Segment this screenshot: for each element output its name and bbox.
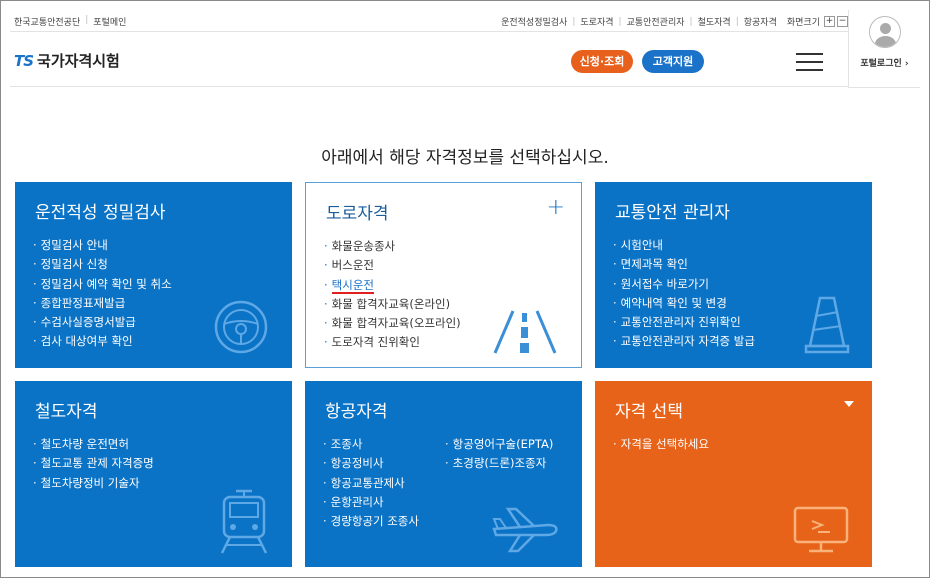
- card-aptitude[interactable]: 운전적성 정밀검사 정밀검사 안내 정밀검사 신청 정밀검사 예약 확인 및 취…: [15, 182, 292, 368]
- card-title: 항공자격: [325, 402, 388, 422]
- card-select-qualification[interactable]: 자격 선택 자격을 선택하세요: [595, 381, 872, 567]
- site-name: 국가자격시험: [37, 52, 120, 70]
- list-item[interactable]: 항공교통관제사: [323, 474, 419, 493]
- card-list-col2: 항공영어구술(EPTA) 초경량(드론)조종자: [445, 435, 554, 474]
- expand-plus-icon[interactable]: +: [547, 195, 565, 220]
- train-icon: [220, 489, 268, 554]
- list-item[interactable]: 교통안전관리자 자격증 발급: [613, 332, 755, 351]
- list-item[interactable]: 정밀검사 예약 확인 및 취소: [33, 275, 172, 294]
- utility-bar: 한국교통안전공단 | 포털메인 운전적성정밀검사 | 도로자격 | 교통안전관리…: [10, 10, 848, 32]
- card-list: 화물운송종사 버스운전 택시운전 화물 합격자교육(온라인) 화물 합격자교육(…: [324, 237, 461, 353]
- user-avatar-icon: [868, 16, 901, 48]
- list-item[interactable]: 초경량(드론)조종자: [445, 454, 553, 473]
- list-item[interactable]: 원서접수 바로가기: [613, 275, 755, 294]
- select-placeholder[interactable]: 자격을 선택하세요: [613, 435, 709, 454]
- card-list: 자격을 선택하세요: [613, 435, 709, 454]
- link-aviation[interactable]: 항공자격: [744, 15, 777, 28]
- list-item[interactable]: 철도차량정비 기술자: [33, 474, 154, 493]
- list-item[interactable]: 경량항공기 조종사: [323, 512, 419, 531]
- link-kotsa[interactable]: 한국교통안전공단: [14, 15, 80, 28]
- monitor-icon: [793, 506, 849, 553]
- list-item[interactable]: 검사 대상여부 확인: [33, 332, 172, 351]
- traffic-cone-icon: [804, 296, 850, 354]
- card-road[interactable]: 도로자격 + 화물운송종사 버스운전 택시운전 화물 합격자교육(온라인) 화물…: [305, 182, 582, 368]
- zoom-in-button[interactable]: +: [824, 16, 835, 27]
- list-item[interactable]: 수검사실증명서발급: [33, 313, 172, 332]
- apply-lookup-button[interactable]: 신청·조회: [571, 50, 633, 73]
- card-aviation[interactable]: 항공자격 조종사 항공정비사 항공교통관제사 운항관리사 경량항공기 조종사 항…: [305, 381, 582, 567]
- link-safety-manager[interactable]: 교통안전관리자: [627, 15, 685, 28]
- list-item[interactable]: 정밀검사 신청: [33, 255, 172, 274]
- zoom-label: 화면크기: [786, 18, 820, 28]
- card-list: 정밀검사 안내 정밀검사 신청 정밀검사 예약 확인 및 취소 종합판정표재발급…: [33, 236, 172, 352]
- link-road[interactable]: 도로자격: [580, 15, 613, 28]
- card-title: 도로자격: [326, 204, 389, 224]
- card-list: 시험안내 면제과목 확인 원서접수 바로가기 예약내역 확인 및 변경 교통안전…: [613, 236, 755, 352]
- card-title: 철도자격: [35, 402, 98, 422]
- list-item[interactable]: 화물운송종사: [324, 237, 461, 256]
- card-list: 철도차량 운전면허 철도교통 관제 자격증명 철도차량정비 기술자: [33, 435, 154, 493]
- link-portal-main[interactable]: 포털메인: [93, 15, 126, 28]
- portal-login-label: 포털로그인 ›: [860, 59, 909, 69]
- list-item[interactable]: 면제과목 확인: [613, 255, 755, 274]
- card-rail[interactable]: 철도자격 철도차량 운전면허 철도교통 관제 자격증명 철도차량정비 기술자: [15, 381, 292, 567]
- menu-icon[interactable]: [796, 53, 823, 77]
- steering-wheel-icon: [214, 300, 268, 354]
- list-item[interactable]: 교통안전관리자 진위확인: [613, 313, 755, 332]
- ts-logo-mark: TS: [14, 51, 34, 70]
- customer-support-button[interactable]: 고객지원: [642, 50, 704, 73]
- header-divider: [10, 86, 848, 87]
- card-safety-manager[interactable]: 교통안전 관리자 시험안내 면제과목 확인 원서접수 바로가기 예약내역 확인 …: [595, 182, 872, 368]
- card-title: 운전적성 정밀검사: [35, 203, 166, 223]
- link-aptitude[interactable]: 운전적성정밀검사: [501, 15, 567, 28]
- page-heading: 아래에서 해당 자격정보를 선택하십시오.: [321, 148, 609, 168]
- list-item[interactable]: 정밀검사 안내: [33, 236, 172, 255]
- zoom-out-button[interactable]: −: [837, 16, 848, 27]
- list-item[interactable]: 조종사: [323, 435, 419, 454]
- list-item[interactable]: 항공정비사: [323, 454, 419, 473]
- site-logo[interactable]: TS 국가자격시험: [14, 50, 120, 71]
- list-item[interactable]: 화물 합격자교육(온라인): [324, 295, 461, 314]
- list-item[interactable]: 화물 합격자교육(오프라인): [324, 314, 461, 333]
- list-item[interactable]: 운항관리사: [323, 493, 419, 512]
- portal-login[interactable]: 포털로그인 ›: [848, 10, 920, 88]
- card-title: 교통안전 관리자: [615, 203, 730, 223]
- list-item[interactable]: 택시운전: [324, 276, 461, 295]
- list-item[interactable]: 예약내역 확인 및 변경: [613, 294, 755, 313]
- list-item[interactable]: 종합판정표재발급: [33, 294, 172, 313]
- list-item[interactable]: 철도교통 관제 자격증명: [33, 454, 154, 473]
- list-item[interactable]: 항공영어구술(EPTA): [445, 435, 554, 454]
- list-item[interactable]: 버스운전: [324, 256, 461, 275]
- road-icon: [493, 310, 557, 354]
- list-item[interactable]: 철도차량 운전면허: [33, 435, 154, 454]
- card-list-col1: 조종사 항공정비사 항공교통관제사 운항관리사 경량항공기 조종사: [323, 435, 419, 531]
- link-rail[interactable]: 철도자격: [698, 15, 731, 28]
- dropdown-caret-icon[interactable]: [844, 401, 854, 407]
- card-title: 자격 선택: [615, 402, 683, 422]
- airplane-icon: [492, 507, 558, 553]
- list-item[interactable]: 시험안내: [613, 236, 755, 255]
- list-item[interactable]: 도로자격 진위확인: [324, 333, 461, 352]
- list-item-active[interactable]: 택시운전: [331, 277, 374, 294]
